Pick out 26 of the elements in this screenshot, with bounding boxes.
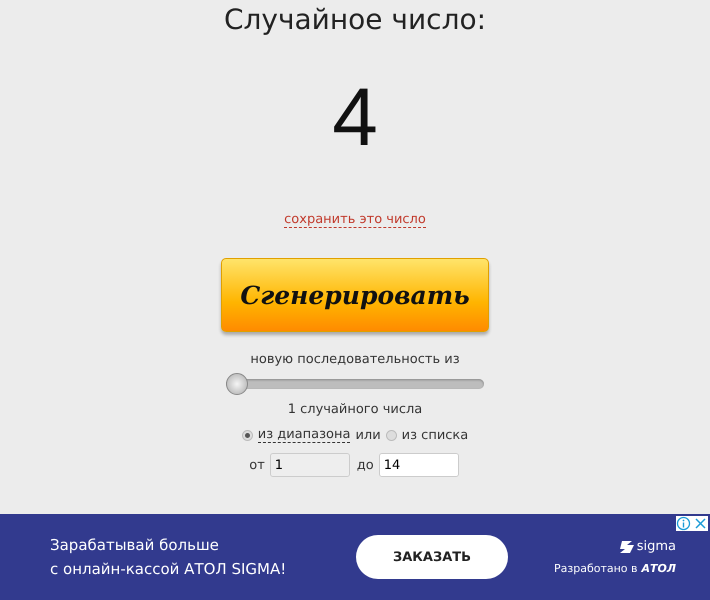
credit-text: Разработано в bbox=[554, 562, 638, 575]
ad-headline: Зарабатывай больше bbox=[50, 536, 220, 554]
mode-label[interactable]: из списка bbox=[402, 428, 468, 442]
order-button[interactable]: ЗАКАЗАТЬ bbox=[356, 535, 508, 579]
count-slider[interactable] bbox=[226, 373, 484, 395]
info-icon[interactable] bbox=[676, 516, 691, 531]
save-number-link[interactable]: сохранить это число bbox=[284, 212, 426, 228]
mode-label[interactable]: из диапазона bbox=[258, 427, 350, 443]
brand-name: sigma bbox=[636, 539, 676, 554]
page-title: Случайное число: bbox=[224, 2, 486, 38]
from-label: от bbox=[249, 458, 265, 472]
slider-thumb[interactable] bbox=[226, 373, 248, 395]
logo-icon bbox=[620, 540, 634, 552]
to-field[interactable]: 14 bbox=[378, 453, 459, 477]
close-icon[interactable] bbox=[693, 516, 708, 531]
or-label: или bbox=[355, 428, 381, 442]
radio-button[interactable] bbox=[242, 430, 253, 440]
to-label: до bbox=[356, 458, 374, 472]
count-label: 1 случайного числа bbox=[288, 402, 422, 417]
brand-name: АТОЛ bbox=[642, 562, 676, 575]
from-field[interactable]: 1 bbox=[270, 453, 350, 477]
radio-button[interactable] bbox=[386, 430, 397, 440]
sequence-label: новую последовательность из bbox=[250, 352, 460, 367]
generate-button[interactable]: Сгенерировать bbox=[221, 258, 489, 332]
random-number: 4 bbox=[332, 71, 378, 165]
ad-headline: с онлайн-кассой АТОЛ SIGMA! bbox=[50, 560, 288, 578]
